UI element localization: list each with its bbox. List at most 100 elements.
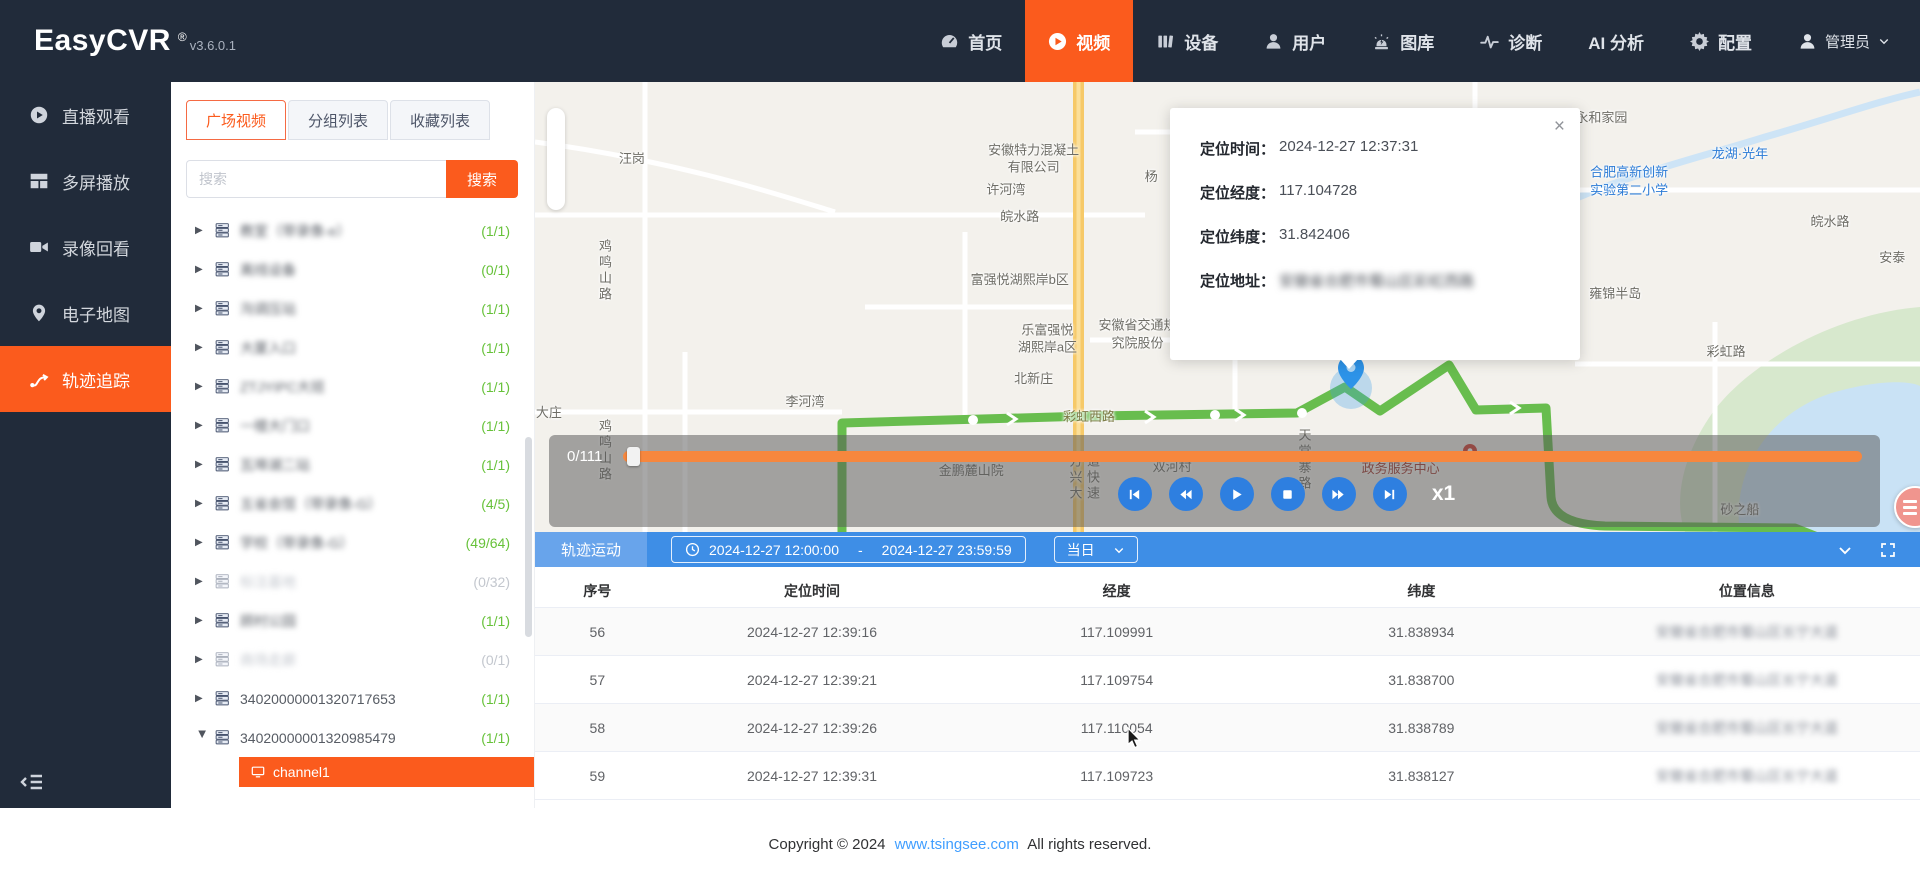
footer-link[interactable]: www.tsingsee.com	[895, 836, 1019, 853]
topbar: EasyCVR ® v3.6.0.1 首页 视频 设备 用户 图库 诊断 AI …	[0, 0, 1920, 82]
tree-node[interactable]: ▶ 34020000001320985479 (1/1)	[186, 718, 518, 757]
caret-icon[interactable]: ▶	[195, 303, 209, 314]
sidebar-collapse-icon[interactable]	[20, 770, 44, 794]
table-row[interactable]: 57 2024-12-27 12:39:21 117.109754 31.838…	[535, 656, 1920, 704]
tree-node[interactable]: ▶ 沟调压站 (1/1)	[186, 289, 518, 328]
clock-icon	[685, 542, 700, 557]
caret-icon[interactable]: ▶	[195, 381, 209, 392]
player-overlay: 0/111 x1	[549, 435, 1880, 527]
progress-track[interactable]	[623, 446, 1862, 466]
collapse-panel-icon[interactable]	[1837, 542, 1853, 558]
sidebar-item-track-trace[interactable]: 轨迹追踪	[0, 346, 171, 412]
sidebar-item-multi-screen[interactable]: 多屏播放	[0, 148, 171, 214]
sidebar: 直播观看 多屏播放 录像回看 电子地图 轨迹追踪	[0, 82, 171, 808]
channel-label: channel1	[273, 764, 330, 780]
tree-node-count: (1/1)	[481, 378, 510, 395]
tree-node[interactable]: ▶ 离线设备 (0/1)	[186, 250, 518, 289]
table-row[interactable]: 56 2024-12-27 12:39:16 117.109991 31.838…	[535, 608, 1920, 656]
tab-group-list[interactable]: 分组列表	[288, 100, 389, 140]
caret-icon[interactable]: ▶	[195, 498, 209, 509]
registered-mark: ®	[177, 30, 187, 44]
tree-node[interactable]: ▶ 标注基地 (0/32)	[186, 562, 518, 601]
play-button[interactable]	[1219, 477, 1254, 511]
nav-label: 用户	[1292, 33, 1327, 53]
preset-select[interactable]: 当日	[1053, 536, 1138, 563]
tree-node[interactable]: ▶ 学校（带录像-G） (49/64)	[186, 523, 518, 562]
nav-item-home[interactable]: 首页	[917, 0, 1025, 82]
sidebar-item-playback[interactable]: 录像回看	[0, 214, 171, 280]
close-icon[interactable]: ×	[1554, 116, 1565, 138]
date-range-picker[interactable]: 2024-12-27 12:00:00 - 2024-12-27 23:59:5…	[671, 536, 1026, 563]
multi-screen-icon	[30, 173, 48, 189]
tree-node-label: ZTJYIPC大班	[240, 378, 325, 395]
nav-item-settings[interactable]: 配置	[1667, 0, 1775, 82]
nav-item-ai-analysis[interactable]: AI 分析	[1565, 0, 1667, 82]
tree-node[interactable]: ▶ 教室（带录像-e） (1/1)	[186, 211, 518, 250]
rewind-icon	[1180, 489, 1192, 499]
cell-lng: 117.109754	[1080, 671, 1154, 688]
speed-indicator[interactable]: x1	[1432, 482, 1455, 506]
caret-icon[interactable]: ▶	[195, 420, 209, 431]
channel-item-selected[interactable]: channel1	[239, 757, 534, 787]
tree-node-label: 标注基地	[240, 573, 296, 590]
tree-node-count: (1/1)	[481, 339, 510, 356]
popup-row: 定位经度： 117.104728	[1200, 182, 1580, 203]
caret-icon[interactable]: ▶	[195, 342, 209, 353]
popup-row: 定位时间： 2024-12-27 12:37:31	[1200, 138, 1580, 159]
popup-row-value: 2024-12-27 12:37:31	[1279, 138, 1419, 155]
fast-forward-button[interactable]	[1321, 477, 1356, 511]
account-menu[interactable]: 管理员	[1775, 0, 1920, 82]
nav-item-device[interactable]: 设备	[1133, 0, 1241, 82]
tree-node[interactable]: ▶ 34020000001320717653 (1/1)	[186, 679, 518, 718]
tree-node[interactable]: ▶ ZTJYIPC大班 (1/1)	[186, 367, 518, 406]
tree-node-label: 34020000001320985479	[240, 729, 396, 746]
nav-item-diagnosis[interactable]: 诊断	[1457, 0, 1565, 82]
tree-node-label: 学校（带录像-G）	[240, 534, 354, 551]
tree-node[interactable]: ▶ 大厦入口 (1/1)	[186, 328, 518, 367]
rewind-button[interactable]	[1168, 477, 1203, 511]
tab-favorites-list[interactable]: 收藏列表	[390, 100, 491, 140]
skip-to-start-button[interactable]	[1117, 477, 1152, 511]
tree-scrollbar[interactable]	[525, 437, 532, 637]
caret-icon[interactable]: ▶	[195, 537, 209, 548]
caret-icon[interactable]: ▶	[195, 264, 209, 275]
caret-icon[interactable]: ▶	[197, 731, 208, 745]
stop-button[interactable]	[1270, 477, 1305, 511]
map-label: 雍锦半岛	[1589, 285, 1642, 301]
nav-label: AI 分析	[1588, 33, 1644, 53]
tree-node[interactable]: ▶ 顾村公园 (1/1)	[186, 601, 518, 640]
tree-node[interactable]: ▶ 瓦埠湖二站 (1/1)	[186, 445, 518, 484]
tree-node-count: (1/1)	[481, 729, 510, 746]
search-input[interactable]	[186, 160, 446, 198]
caret-icon[interactable]: ▶	[195, 615, 209, 626]
tree-node-count: (1/1)	[481, 300, 510, 317]
tree-node-count: (1/1)	[481, 456, 510, 473]
sidebar-item-e-map[interactable]: 电子地图	[0, 280, 171, 346]
table-row[interactable]: 59 2024-12-27 12:39:31 117.109723 31.838…	[535, 752, 1920, 800]
popup-tail	[1340, 359, 1358, 369]
map-canvas[interactable]: 汪岗 安徽特力混凝土 有限公司 许河湾 皖水路 鸡鸣山路 富强悦湖熙岸b区 乐富…	[535, 82, 1920, 532]
skip-to-end-button[interactable]	[1372, 477, 1407, 511]
caret-icon[interactable]: ▶	[195, 459, 209, 470]
tab-square-video[interactable]: 广场视频	[186, 100, 287, 140]
nav-item-user[interactable]: 用户	[1241, 0, 1349, 82]
track-route-icon	[30, 374, 49, 388]
caret-icon[interactable]: ▶	[195, 225, 209, 236]
map-zoom-control[interactable]	[547, 108, 565, 210]
nav-item-gallery[interactable]: 图库	[1349, 0, 1457, 82]
map-label: 安徽省交通规 究院股份	[1098, 317, 1177, 350]
fullscreen-icon[interactable]	[1880, 542, 1896, 558]
caret-icon[interactable]: ▶	[195, 576, 209, 587]
search-button[interactable]: 搜索	[446, 160, 518, 198]
app-logo: EasyCVR	[34, 24, 171, 57]
caret-icon[interactable]: ▶	[195, 693, 209, 704]
tree-node[interactable]: ▶ 一楼大门口 (1/1)	[186, 406, 518, 445]
table-row[interactable]: 58 2024-12-27 12:39:26 117.110054 31.838…	[535, 704, 1920, 752]
nav-item-video[interactable]: 视频	[1025, 0, 1134, 82]
tree-node-count: (0/32)	[473, 573, 510, 590]
sidebar-item-live-view[interactable]: 直播观看	[0, 82, 171, 148]
progress-handle[interactable]	[627, 446, 640, 466]
tree-node[interactable]: ▶ 五省会馆（带录像-G） (4/5)	[186, 484, 518, 523]
caret-icon[interactable]: ▶	[195, 654, 209, 665]
tree-node[interactable]: ▶ 商场走廊 (0/1)	[186, 640, 518, 679]
